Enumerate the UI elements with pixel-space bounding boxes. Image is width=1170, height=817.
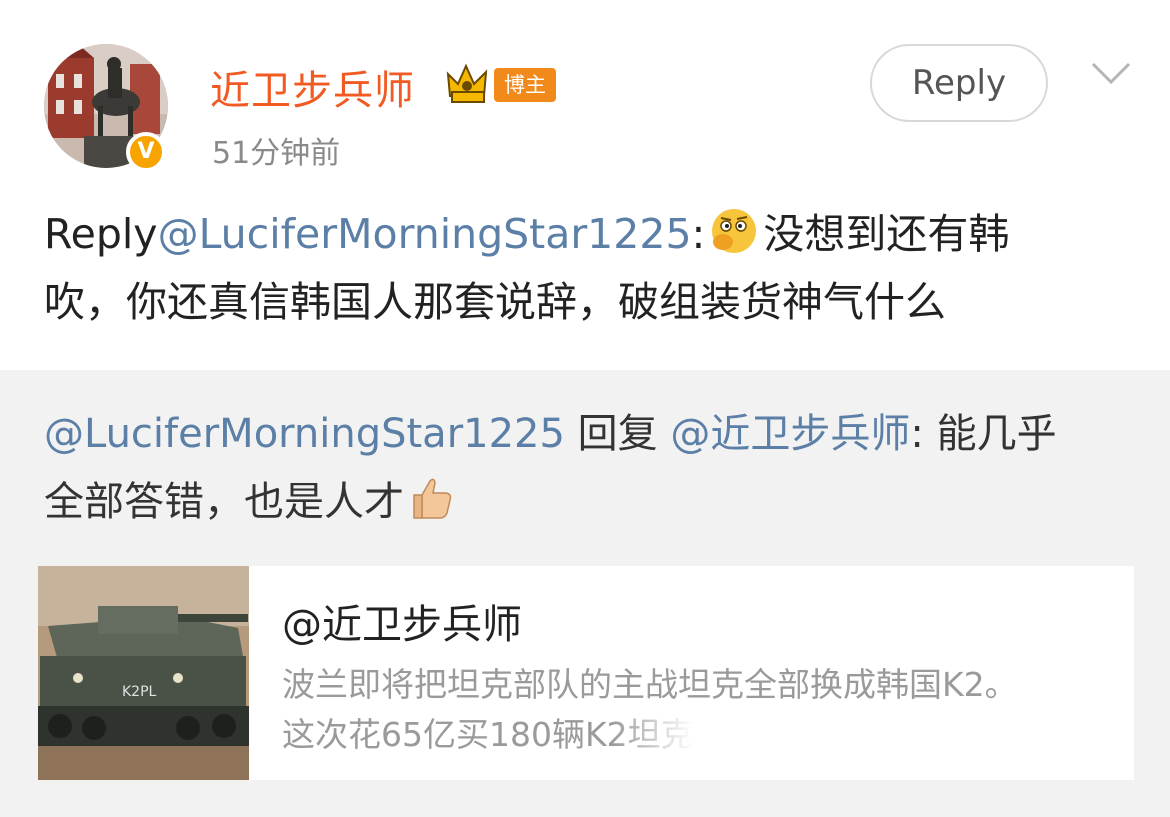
quoted-colon: : [910, 411, 924, 457]
timestamp: 51分钟前 [212, 136, 341, 171]
colon: : [691, 210, 706, 258]
avatar[interactable]: V [44, 44, 168, 172]
thumb-label: K2PL [122, 684, 157, 700]
card-thumbnail: K2PL [38, 566, 249, 780]
quoted-text: @LuciferMorningStar1225 回复 @近卫步兵师: 能几乎 全… [44, 400, 1134, 536]
blogger-badge: 博主 [494, 68, 556, 102]
reply-button[interactable]: Reply [870, 44, 1048, 122]
post-text-line2: 吹，你还真信韩国人那套说辞，破组装货神气什么 [44, 278, 946, 326]
card-desc-line2: 这次花65亿买180辆K2坦克 [282, 715, 694, 754]
post-text-line1: 没想到还有韩 [763, 210, 1010, 258]
quoted-text-line2: 全部答错，也是人才 [44, 479, 404, 525]
post: V 近卫步兵师 博主 51分钟前 Reply Reply@LuciferMorn… [0, 0, 1170, 370]
card-title[interactable]: @近卫步兵师 [282, 592, 522, 650]
card-description: 波兰即将把坦克部队的主战坦克全部换成韩国K2。 这次花65亿买180辆K2坦克 [282, 660, 1102, 760]
reply-word: 回复 [577, 411, 658, 457]
link-card[interactable]: K2PL @近卫步兵师 波兰即将把坦克部队的主战坦克全部换成韩国K2。 这次花6… [38, 566, 1134, 780]
reply-prefix: Reply [44, 210, 158, 258]
username[interactable]: 近卫步兵师 [210, 58, 415, 116]
chevron-down-icon[interactable] [1090, 60, 1132, 86]
thinking-face-icon [712, 209, 757, 253]
mention-link[interactable]: @LuciferMorningStar1225 [158, 210, 692, 258]
post-text: Reply@LuciferMorningStar1225: 没想到还有韩 吹，你… [44, 200, 1134, 336]
quoted-post[interactable]: @LuciferMorningStar1225 回复 @近卫步兵师: 能几乎 全… [0, 370, 1170, 817]
quoted-text-line1: 能几乎 [936, 411, 1057, 457]
thumbs-up-icon [413, 478, 452, 519]
verified-icon: V [126, 132, 166, 172]
quoted-mention[interactable]: @LuciferMorningStar1225 [44, 411, 565, 457]
quoted-target-mention[interactable]: @近卫步兵师 [670, 411, 910, 457]
crown-icon [446, 63, 488, 103]
card-desc-line1: 波兰即将把坦克部队的主战坦克全部换成韩国K2。 [282, 665, 1018, 704]
